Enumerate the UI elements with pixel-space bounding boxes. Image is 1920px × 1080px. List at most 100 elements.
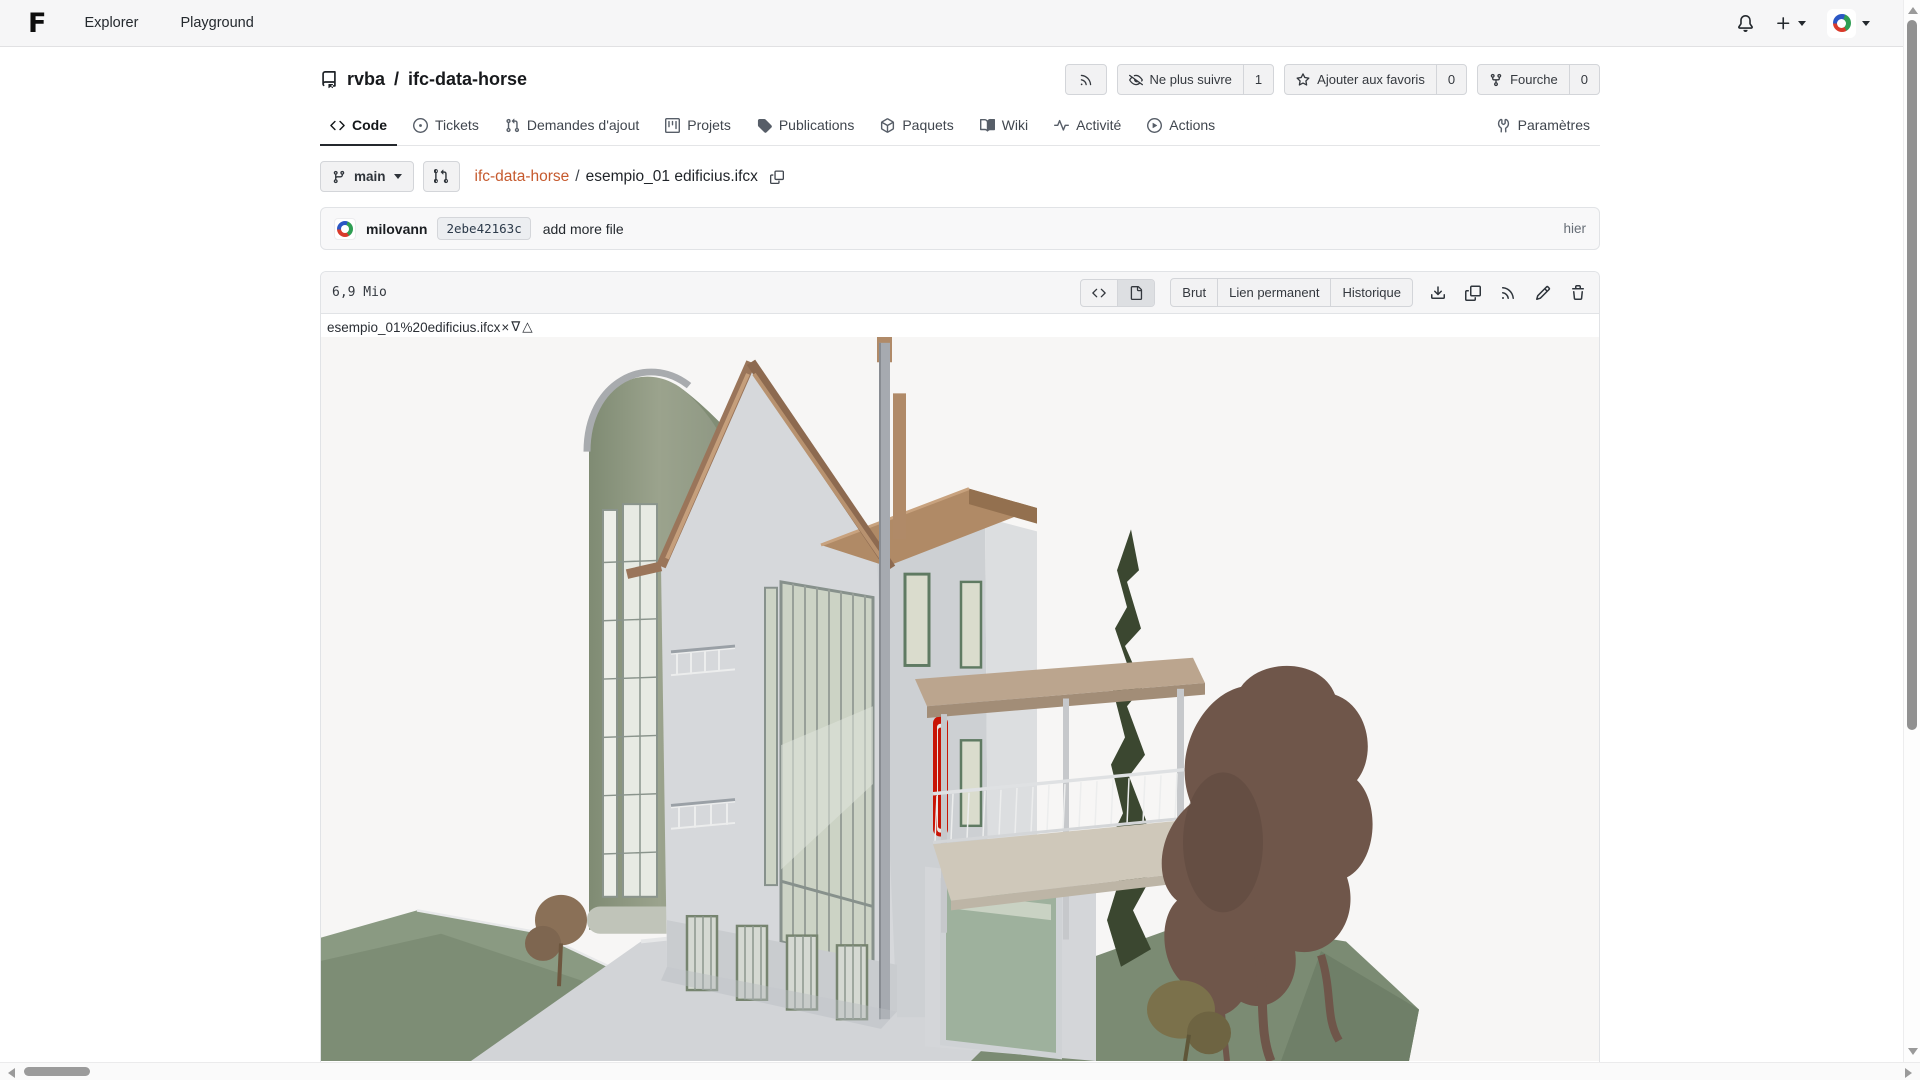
repo-name-link[interactable]: ifc-data-horse xyxy=(408,69,527,90)
copy-icon xyxy=(770,170,784,184)
package-icon xyxy=(880,118,895,133)
tab-projects[interactable]: Projets xyxy=(655,108,741,146)
branch-selector[interactable]: main xyxy=(320,161,414,192)
scroll-right-icon[interactable] xyxy=(1905,1068,1912,1078)
release-icon xyxy=(757,118,772,133)
commit-time: hier xyxy=(1563,221,1586,236)
repo-title-separator: / xyxy=(394,69,399,90)
horizontal-scrollbar-thumb[interactable] xyxy=(24,1067,90,1076)
compare-button[interactable] xyxy=(423,161,460,192)
copy-path-button[interactable] xyxy=(770,170,784,184)
create-new-button[interactable] xyxy=(1771,11,1810,36)
nav-link-playground[interactable]: Playground xyxy=(180,15,253,31)
file-icon xyxy=(1129,286,1143,300)
copy-content-button[interactable] xyxy=(1463,283,1483,303)
horizontal-scrollbar[interactable] xyxy=(0,1062,1920,1080)
latest-commit-box: milovann 2ebe42163c add more file hier xyxy=(320,207,1600,250)
commit-message[interactable]: add more file xyxy=(543,221,624,237)
file-view-box: 6,9 Mio Brut Lien permanent Historique xyxy=(320,271,1600,1065)
tab-wiki[interactable]: Wiki xyxy=(970,108,1038,146)
file-nav: main ifc-data-horse / esempio_01 edifici… xyxy=(320,161,1600,192)
rss-icon xyxy=(1500,285,1516,301)
stars-count[interactable]: 0 xyxy=(1436,65,1466,94)
avatar xyxy=(1827,9,1856,38)
pull-request-icon xyxy=(505,118,520,133)
notifications-button[interactable] xyxy=(1733,11,1758,36)
branch-icon xyxy=(332,170,346,184)
tab-settings[interactable]: Paramètres xyxy=(1486,108,1600,146)
file-link-buttons: Brut Lien permanent Historique xyxy=(1170,278,1413,307)
download-button[interactable] xyxy=(1428,283,1448,303)
star-button[interactable]: Ajouter aux favoris 0 xyxy=(1284,64,1467,95)
breadcrumb-repo-link[interactable]: ifc-data-horse xyxy=(475,168,570,186)
user-menu-button[interactable] xyxy=(1823,5,1874,42)
project-icon xyxy=(665,118,680,133)
commit-author-name[interactable]: milovann xyxy=(366,221,427,237)
delete-icon xyxy=(1570,285,1586,301)
history-button[interactable]: Historique xyxy=(1330,279,1412,306)
unwatch-icon xyxy=(1129,73,1143,87)
delete-file-button[interactable] xyxy=(1568,283,1588,303)
tab-pull-requests[interactable]: Demandes d'ajout xyxy=(495,108,649,146)
caret-down-icon xyxy=(1862,21,1870,26)
star-label: Ajouter aux favoris xyxy=(1317,72,1425,87)
forgejo-logo[interactable]: F xyxy=(28,10,44,37)
forks-count[interactable]: 0 xyxy=(1569,65,1599,94)
breadcrumb-file-name: esempio_01 edificius.ifcx xyxy=(586,168,758,186)
unwatch-label: Ne plus suivre xyxy=(1150,72,1232,87)
unwatch-button[interactable]: Ne plus suivre 1 xyxy=(1117,64,1275,95)
file-size: 6,9 Mio xyxy=(332,285,387,300)
watchers-count[interactable]: 1 xyxy=(1243,65,1273,94)
edit-icon xyxy=(1535,285,1551,301)
breadcrumb: ifc-data-horse / esempio_01 edificius.if… xyxy=(475,168,784,186)
fork-label: Fourche xyxy=(1510,72,1558,87)
rss-icon xyxy=(1079,73,1093,87)
code-icon xyxy=(330,118,345,133)
settings-icon xyxy=(1496,118,1511,133)
viewer-file-name: esempio_01%20edificius.ifcx xyxy=(327,320,500,335)
edit-file-button[interactable] xyxy=(1533,283,1553,303)
source-view-button[interactable] xyxy=(1081,280,1117,306)
scroll-left-icon[interactable] xyxy=(8,1068,15,1078)
caret-down-icon xyxy=(1798,21,1806,26)
repo-title: rvba / ifc-data-horse xyxy=(347,69,527,90)
tab-actions[interactable]: Actions xyxy=(1137,108,1225,146)
tab-activity[interactable]: Activité xyxy=(1044,108,1131,146)
viewer-triangle-control[interactable]: △ xyxy=(521,319,533,335)
commit-sha-badge[interactable]: 2ebe42163c xyxy=(437,217,530,240)
repo-actions: Ne plus suivre 1 Ajouter aux favoris 0 F… xyxy=(1065,64,1600,95)
tab-issues[interactable]: Tickets xyxy=(403,108,489,146)
branch-name: main xyxy=(354,169,386,184)
code-icon xyxy=(1092,286,1106,300)
scroll-up-icon[interactable] xyxy=(1908,7,1918,14)
view-mode-toggle xyxy=(1080,279,1155,307)
raw-button[interactable]: Brut xyxy=(1171,279,1217,306)
nav-link-explore[interactable]: Explorer xyxy=(84,15,138,31)
viewer-label: esempio_01%20edificius.ifcx×∇△ xyxy=(321,314,1599,337)
file-header: 6,9 Mio Brut Lien permanent Historique xyxy=(321,272,1599,314)
tab-packages[interactable]: Paquets xyxy=(870,108,963,146)
commit-author-avatar[interactable] xyxy=(334,218,356,240)
permalink-button[interactable]: Lien permanent xyxy=(1217,279,1330,306)
tab-releases[interactable]: Publications xyxy=(747,108,865,146)
model-render xyxy=(321,337,1599,1061)
rendered-view-button[interactable] xyxy=(1117,280,1154,306)
viewer-nabla-control[interactable]: ∇ xyxy=(510,319,521,335)
copy-icon xyxy=(1465,285,1481,301)
wiki-icon xyxy=(980,118,995,133)
rss-feed-button[interactable] xyxy=(1498,283,1518,303)
fork-button[interactable]: Fourche 0 xyxy=(1477,64,1600,95)
repo-tabs: Code Tickets Demandes d'ajout Projets Pu… xyxy=(320,108,1600,146)
viewer-close-control[interactable]: × xyxy=(500,320,510,335)
tab-code[interactable]: Code xyxy=(320,108,397,146)
scroll-down-icon[interactable] xyxy=(1908,1048,1918,1055)
repo-owner-link[interactable]: rvba xyxy=(347,69,385,90)
rss-button[interactable] xyxy=(1065,64,1107,95)
vertical-scrollbar-thumb[interactable] xyxy=(1907,20,1917,730)
navbar-right xyxy=(1733,5,1874,42)
compare-icon xyxy=(434,169,449,184)
vertical-scrollbar[interactable] xyxy=(1903,0,1920,1062)
issue-icon xyxy=(413,118,428,133)
caret-down-icon xyxy=(394,174,402,179)
fork-icon xyxy=(1489,73,1503,87)
